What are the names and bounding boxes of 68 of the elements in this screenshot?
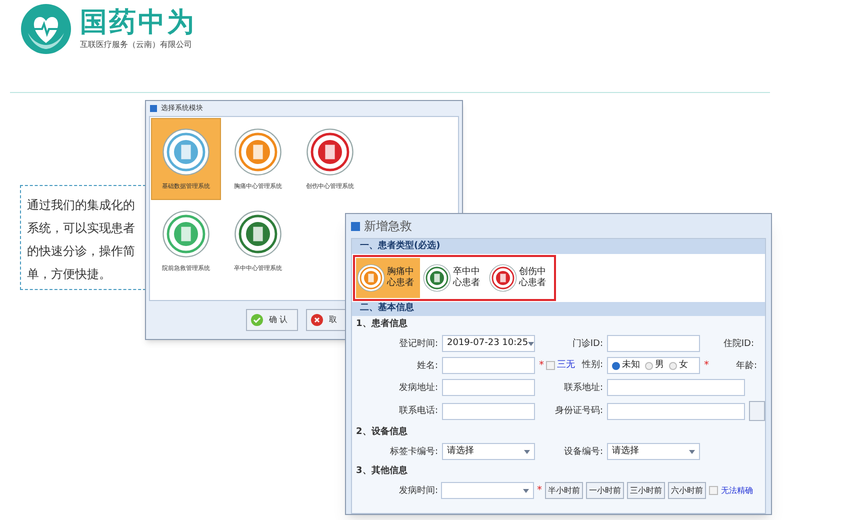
field-label: 身份证号码:: [554, 405, 603, 417]
text-field[interactable]: [607, 379, 745, 396]
patient-type-option[interactable]: 卒中中心患者: [422, 258, 486, 298]
brand-subtitle: 互联医疗服务（云南）有限公司: [80, 39, 193, 51]
datetime-field[interactable]: 2019-07-23 10:25: [442, 335, 535, 352]
select-field[interactable]: 请选择: [607, 443, 700, 460]
dropdown-caret-icon: [528, 342, 534, 346]
patient-type-option[interactable]: 胸痛中心患者: [356, 258, 420, 298]
checkbox-label: 三无: [557, 358, 575, 372]
checkbox[interactable]: [709, 486, 718, 495]
emblem-icon: [234, 210, 282, 258]
field-label: 姓名:: [416, 360, 438, 372]
radio-option[interactable]: 男: [645, 358, 664, 372]
text-field[interactable]: [442, 379, 535, 396]
dropdown-caret-icon: [524, 450, 530, 454]
app-icon: [351, 222, 360, 230]
emblem-icon: [489, 264, 517, 292]
check-icon: [251, 314, 263, 326]
emblem-icon: [423, 264, 451, 292]
checkbox[interactable]: [546, 361, 555, 370]
emblem-icon: [162, 128, 210, 176]
section-header: 二、基本信息: [352, 302, 765, 316]
group-heading: 3、其他信息: [356, 465, 408, 477]
field-label: 发病时间:: [398, 484, 438, 496]
emblem-icon: [306, 128, 354, 176]
quick-time-button[interactable]: 三小时前: [627, 482, 665, 499]
section-header: 一、患者类型(必选): [352, 239, 765, 254]
datetime-field[interactable]: [441, 482, 534, 499]
field-label: 标签卡编号:: [388, 446, 438, 458]
quick-time-button[interactable]: 六小时前: [668, 482, 706, 499]
field-label: 联系地址:: [562, 382, 603, 394]
confirm-button[interactable]: 确 认: [246, 309, 298, 331]
checkbox-label: 无法精确: [721, 484, 753, 496]
radio-option[interactable]: 未知: [612, 358, 640, 372]
dropdown-caret-icon: [523, 488, 529, 492]
required-mark: *: [704, 359, 709, 373]
text-field[interactable]: [442, 402, 535, 420]
text-field[interactable]: [442, 357, 535, 374]
side-button[interactable]: [749, 401, 765, 421]
field-label: 登记时间:: [398, 338, 438, 350]
caption-text: 通过我们的集成化的系统，可以实现患者的快速分诊，操作简单，方便快捷。: [27, 197, 136, 283]
quick-time-button[interactable]: 半小时前: [545, 482, 583, 499]
field-label: 年龄:: [734, 360, 757, 372]
group-heading: 2、设备信息: [356, 426, 408, 438]
radio-option[interactable]: 女: [669, 358, 688, 372]
field-label: 门诊ID:: [571, 338, 603, 350]
dropdown-caret-icon: [689, 450, 695, 454]
quick-time-button[interactable]: 一小时前: [586, 482, 624, 499]
emblem-icon: [162, 210, 210, 258]
field-label: 设备编号:: [562, 446, 603, 458]
app-icon: [150, 105, 157, 112]
required-mark: *: [537, 484, 542, 498]
required-mark: *: [539, 359, 544, 373]
select-field[interactable]: 请选择: [442, 443, 535, 460]
close-icon: [311, 314, 323, 326]
heart-hands-logo-icon: [20, 3, 72, 55]
field-label: 性别:: [582, 358, 603, 372]
field-label: 联系电话:: [398, 405, 438, 417]
brand-title: 国药中为: [80, 7, 196, 39]
patient-type-option[interactable]: 创伤中心患者: [488, 258, 552, 298]
field-label: 住院ID:: [722, 338, 754, 350]
text-field[interactable]: [607, 335, 700, 352]
text-field[interactable]: [607, 402, 745, 420]
emblem-icon: [357, 264, 385, 292]
group-heading: 1、患者信息: [356, 318, 408, 330]
window-title: 新增急救: [364, 218, 412, 235]
emblem-icon: [234, 128, 282, 176]
field-label: 发病地址:: [398, 382, 438, 394]
